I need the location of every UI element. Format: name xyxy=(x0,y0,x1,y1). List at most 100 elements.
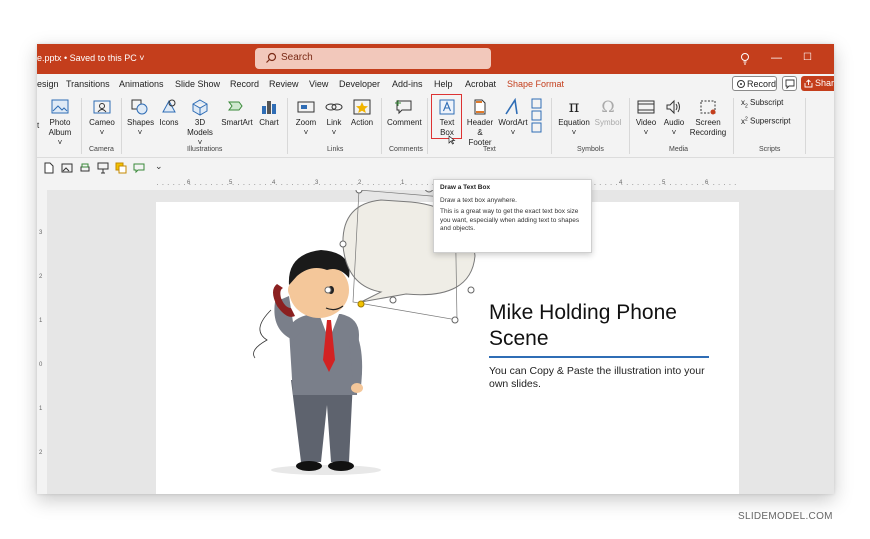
tooltip-description: This is a great way to get the exact tex… xyxy=(440,208,580,232)
zoom-button[interactable]: Zoom ˅ xyxy=(293,98,319,138)
omega-icon: Ω xyxy=(601,97,615,116)
icons-button[interactable]: Icons xyxy=(157,98,181,128)
link-button[interactable]: Link ˅ xyxy=(323,98,345,138)
separator xyxy=(121,98,122,154)
tab-transitions[interactable]: Transitions xyxy=(66,79,110,89)
share-label: Share xyxy=(815,78,834,88)
tab-view[interactable]: View xyxy=(309,79,328,89)
comment-button[interactable]: Comment xyxy=(387,98,422,128)
lightbulb-icon[interactable] xyxy=(739,52,751,65)
quick-access-toolbar: ⌄ xyxy=(37,158,834,178)
group-label-links: Links xyxy=(327,146,344,153)
ribbon-tabs: esign Transitions Animations Slide Show … xyxy=(37,74,834,94)
group-label-media: Media xyxy=(669,146,689,153)
video-button[interactable]: Video ˅ xyxy=(633,98,659,138)
search-icon xyxy=(266,52,277,63)
symbol-button[interactable]: Ω Symbol xyxy=(593,98,623,128)
tab-help[interactable]: Help xyxy=(434,79,453,89)
3d-models-button[interactable]: 3D Models ˅ xyxy=(185,98,215,148)
duplicate-icon[interactable] xyxy=(115,162,127,174)
tab-developer[interactable]: Developer xyxy=(339,79,380,89)
photo-album-button[interactable]: Photo Album ˅ xyxy=(47,98,73,148)
shapes-button[interactable]: Shapes ˅ xyxy=(127,98,154,138)
tab-record[interactable]: Record xyxy=(230,79,259,89)
tab-review[interactable]: Review xyxy=(269,79,299,89)
separator xyxy=(629,98,630,154)
photo-album-icon xyxy=(51,99,69,114)
title-bar: e.pptx • Saved to this PC ˅ Search — ☐ xyxy=(37,44,834,74)
screen-recording-icon xyxy=(700,100,716,115)
cameo-icon xyxy=(93,100,111,114)
group-label-symbols: Symbols xyxy=(577,146,604,153)
record-label: Record xyxy=(747,79,777,89)
group-label-comments: Comments xyxy=(389,146,423,153)
group-label-text: Text xyxy=(483,146,496,153)
separator xyxy=(805,98,806,154)
powerpoint-window: e.pptx • Saved to this PC ˅ Search — ☐ e… xyxy=(37,44,834,494)
wordart-icon xyxy=(505,98,518,115)
cube-icon xyxy=(192,99,208,116)
minimize-button[interactable]: — xyxy=(771,52,782,64)
text-box-tooltip: Draw a Text Box Draw a text box anywhere… xyxy=(433,179,592,253)
share-icon xyxy=(804,79,813,88)
ruler-tick: 2 xyxy=(39,274,43,280)
file-name[interactable]: e.pptx • Saved to this PC ˅ xyxy=(37,53,144,63)
small-text-icons[interactable] xyxy=(531,98,543,134)
separator xyxy=(551,98,552,154)
group-label-illustrations: Illustrations xyxy=(187,146,223,153)
tab-design[interactable]: esign xyxy=(37,79,59,89)
wordart-button[interactable]: WordArt ˅ xyxy=(497,98,529,138)
header-footer-icon xyxy=(474,99,486,115)
link-icon xyxy=(325,103,343,111)
present-icon[interactable] xyxy=(97,162,109,174)
superscript-icon: x2 xyxy=(741,116,748,126)
audio-button[interactable]: Audio ˅ xyxy=(661,98,687,138)
superscript-button[interactable]: x2 Superscript xyxy=(741,114,790,127)
watermark: SLIDEMODEL.COM xyxy=(738,511,833,522)
separator xyxy=(81,98,82,154)
screen-recording-button[interactable]: Screen Recording xyxy=(689,98,727,138)
video-icon xyxy=(637,100,655,114)
header-footer-button[interactable]: Header & Footer xyxy=(465,98,495,148)
chart-button[interactable]: Chart xyxy=(257,98,281,128)
pi-icon: π xyxy=(568,97,580,116)
separator xyxy=(427,98,428,154)
slide-title[interactable]: Mike Holding Phone Scene xyxy=(489,300,719,352)
subscript-button[interactable]: x2 Subscript xyxy=(741,98,783,112)
maximize-button[interactable]: ☐ xyxy=(803,52,812,64)
separator xyxy=(733,98,734,154)
photo-album-prefix: t xyxy=(37,121,40,130)
search-box[interactable]: Search xyxy=(255,48,491,69)
action-button[interactable]: Action xyxy=(349,98,375,128)
smartart-icon xyxy=(228,101,243,111)
smartart-button[interactable]: SmartArt xyxy=(221,98,253,128)
cameo-button[interactable]: Cameo ˅ xyxy=(87,98,117,138)
mouse-cursor-icon xyxy=(448,135,456,145)
text-box-button[interactable]: Text Box xyxy=(433,98,461,138)
speaker-icon xyxy=(666,99,680,115)
ruler-tick: 3 xyxy=(39,230,43,236)
record-button[interactable]: Record xyxy=(732,76,777,91)
slide-body-text[interactable]: You can Copy & Paste the illustration in… xyxy=(489,365,719,391)
tab-shape-format[interactable]: Shape Format xyxy=(507,79,564,89)
tab-acrobat[interactable]: Acrobat xyxy=(465,79,496,89)
share-button[interactable]: Share xyxy=(801,76,834,91)
picture-icon[interactable] xyxy=(61,162,73,174)
tab-slide-show[interactable]: Slide Show xyxy=(175,79,220,89)
comments-button[interactable] xyxy=(782,76,797,91)
subscript-icon: x2 xyxy=(741,98,748,110)
new-file-icon[interactable] xyxy=(43,162,55,174)
text-box-icon xyxy=(439,99,455,115)
group-label-scripts: Scripts xyxy=(759,146,781,153)
ruler-tick: 1 xyxy=(39,318,43,324)
comment-qat-icon[interactable] xyxy=(133,162,145,174)
print-icon[interactable] xyxy=(79,162,91,174)
tab-animations[interactable]: Animations xyxy=(119,79,164,89)
equation-button[interactable]: π Equation ˅ xyxy=(557,98,591,138)
tab-add-ins[interactable]: Add-ins xyxy=(392,79,423,89)
group-label-camera: Camera xyxy=(89,146,114,153)
star-icon xyxy=(353,99,371,115)
customize-qat-icon[interactable]: ⌄ xyxy=(155,161,163,172)
separator xyxy=(287,98,288,154)
ruler-tick: 0 xyxy=(39,362,43,368)
